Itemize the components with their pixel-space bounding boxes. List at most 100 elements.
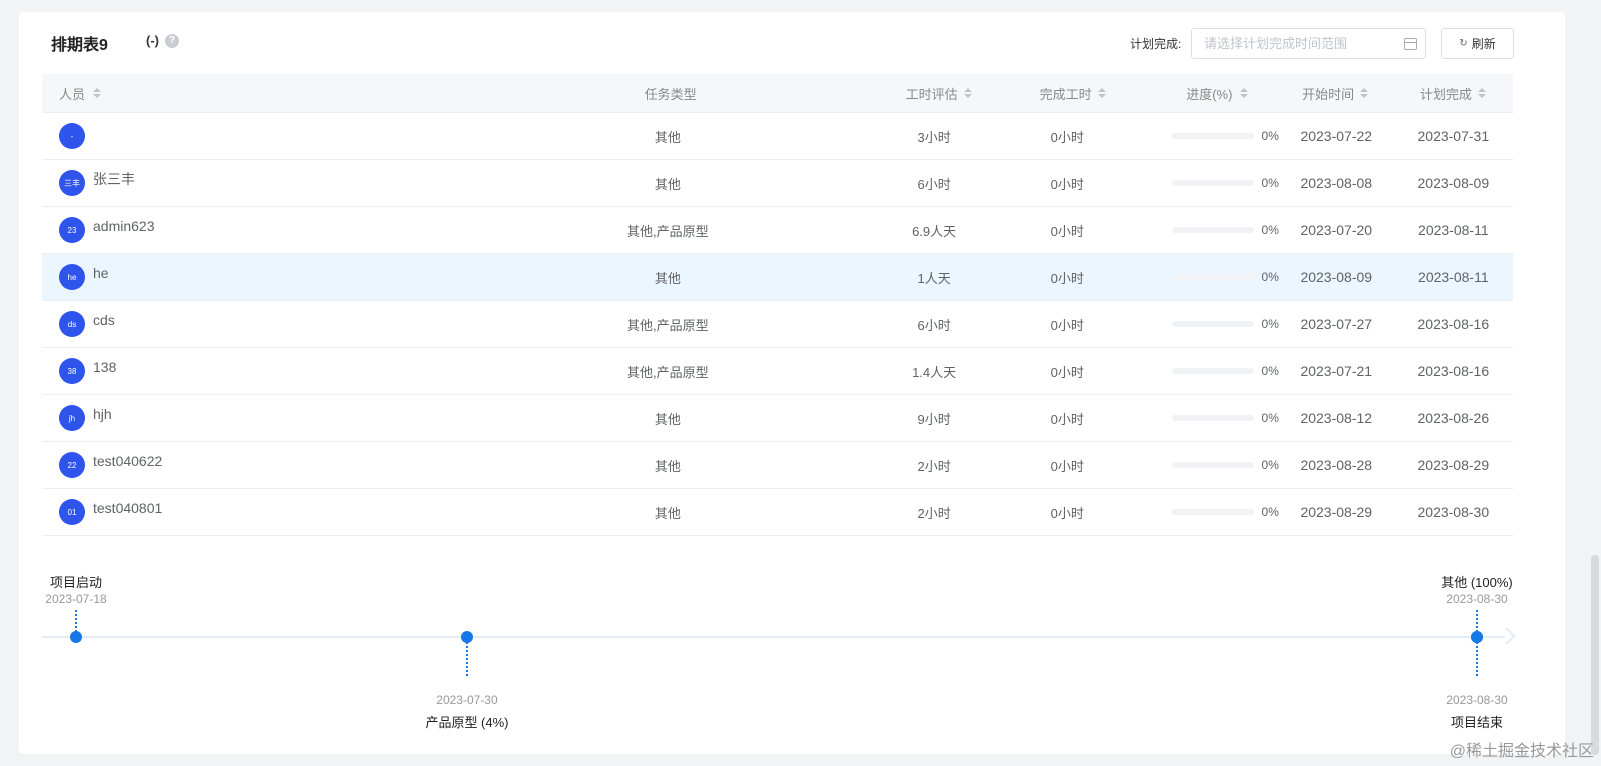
avatar: 01 xyxy=(59,499,85,525)
end-date: 2023-08-26 xyxy=(1417,410,1490,426)
milestone-name: 项目启动 xyxy=(49,575,103,590)
help-icon[interactable]: ? xyxy=(165,34,179,48)
column-header-person[interactable]: 人员 xyxy=(42,84,302,103)
refresh-icon: ↻ xyxy=(1459,38,1468,49)
timeline-axis xyxy=(42,636,1505,638)
task-type: 其他 xyxy=(654,458,681,474)
progress-cell: 0% xyxy=(1132,364,1279,378)
column-header-start[interactable]: 开始时间 xyxy=(1277,84,1393,103)
start-date: 2023-08-12 xyxy=(1300,410,1373,426)
refresh-button[interactable]: ↻ 刷新 xyxy=(1441,28,1514,59)
page-title: 排期表9 xyxy=(51,37,108,54)
progress-bar xyxy=(1171,180,1254,186)
hours-done: 0小时 xyxy=(1050,129,1084,145)
person-name: cds xyxy=(93,312,115,328)
person-cell: jh hjh xyxy=(42,405,300,431)
table-row[interactable]: 三丰 张三丰 其他 6小时 0小时 0% 2023-08-08 2023-08-09 xyxy=(42,160,1513,207)
milestone-connector xyxy=(1476,642,1478,676)
sort-icon[interactable] xyxy=(1240,88,1249,98)
column-header-hours[interactable]: 工时评估 xyxy=(869,84,1008,103)
table-row[interactable]: jh hjh 其他 9小时 0小时 0% 2023-08-12 2023-08-26 xyxy=(42,395,1513,442)
start-date: 2023-08-29 xyxy=(1300,504,1373,520)
progress-bar xyxy=(1171,133,1254,139)
project-timeline: 项目启动 2023-07-18 产品原型 (4%) 2023-07-30 其他 (100… xyxy=(42,552,1516,730)
table-row[interactable]: - 其他 3小时 0小时 0% 2023-07-22 2023-07-31 xyxy=(42,113,1513,160)
progress-text: 0% xyxy=(1261,176,1279,190)
milestone-date: 2023-08-30 xyxy=(1446,693,1508,707)
progress-cell: 0% xyxy=(1132,458,1279,472)
start-date: 2023-07-21 xyxy=(1300,363,1373,379)
end-date: 2023-08-11 xyxy=(1418,222,1489,238)
table-row[interactable]: 22 test040622 其他 2小时 0小时 0% 2023-08-28 2023-08-… xyxy=(42,442,1513,489)
hours-estimate: 3小时 xyxy=(917,129,951,145)
date-range-picker[interactable] xyxy=(1191,28,1426,59)
progress-cell: 0% xyxy=(1132,317,1279,331)
end-date: 2023-08-09 xyxy=(1417,175,1490,191)
column-label: 计划完成 xyxy=(1419,86,1472,102)
milestone-connector xyxy=(1476,610,1478,632)
filter-label: 计划完成: xyxy=(1130,37,1182,51)
start-date: 2023-08-09 xyxy=(1300,269,1373,285)
person-name: he xyxy=(93,265,109,281)
person-name: test040801 xyxy=(93,500,163,516)
progress-text: 0% xyxy=(1261,270,1279,284)
end-date: 2023-08-16 xyxy=(1417,363,1490,379)
column-header-end[interactable]: 计划完成 xyxy=(1393,84,1513,103)
hours-done: 0小时 xyxy=(1050,223,1084,239)
start-date: 2023-08-28 xyxy=(1300,457,1373,473)
milestone-dot[interactable] xyxy=(70,631,82,643)
table-header: 人员 任务类型 工时评估 完成工时 进度(%) 开始时间 计划完成 xyxy=(42,74,1513,113)
progress-cell: 0% xyxy=(1132,223,1279,237)
progress-text: 0% xyxy=(1261,411,1279,425)
progress-bar xyxy=(1171,415,1254,421)
table-row[interactable]: 38 138 其他,产品原型 1.4人天 0小时 0% 2023-07-21 2023-08-… xyxy=(42,348,1513,395)
progress-cell: 0% xyxy=(1132,176,1279,190)
task-type: 其他 xyxy=(654,176,681,192)
avatar: 23 xyxy=(59,217,85,243)
person-cell: 23 admin623 xyxy=(42,217,300,243)
person-name: test040622 xyxy=(93,453,163,469)
progress-text: 0% xyxy=(1261,364,1279,378)
sort-icon[interactable] xyxy=(93,88,102,98)
progress-text: 0% xyxy=(1261,223,1279,237)
column-header-progress[interactable]: 进度(%) xyxy=(1137,84,1277,103)
start-date: 2023-08-08 xyxy=(1300,175,1373,191)
hours-estimate: 1人天 xyxy=(917,270,951,286)
table-row[interactable]: he he 其他 1人天 0小时 0% 2023-08-09 2023-08-11 xyxy=(42,254,1513,301)
avatar: jh xyxy=(59,405,85,431)
hours-done: 0小时 xyxy=(1050,364,1084,380)
hours-done: 0小时 xyxy=(1050,458,1084,474)
scrollbar-thumb[interactable] xyxy=(1591,555,1599,755)
progress-cell: 0% xyxy=(1132,411,1279,425)
milestone-name: 产品原型 (4%) xyxy=(425,715,509,730)
table-row[interactable]: ds cds 其他,产品原型 6小时 0小时 0% 2023-07-27 2023-08-16 xyxy=(42,301,1513,348)
column-label: 开始时间 xyxy=(1302,86,1355,102)
column-header-done[interactable]: 完成工时 xyxy=(1008,84,1137,103)
refresh-label: 刷新 xyxy=(1471,37,1496,51)
page-scrollbar[interactable] xyxy=(1589,0,1601,766)
hours-done: 0小时 xyxy=(1050,411,1084,427)
end-date: 2023-08-29 xyxy=(1417,457,1490,473)
milestone-connector xyxy=(75,610,77,632)
avatar: 三丰 xyxy=(59,170,85,196)
sort-icon[interactable] xyxy=(1097,88,1106,98)
table-row[interactable]: 01 test040801 其他 2小时 0小时 0% 2023-08-29 2023-08-… xyxy=(42,489,1513,536)
progress-bar xyxy=(1171,321,1254,327)
sort-icon[interactable] xyxy=(1360,88,1369,98)
table-row[interactable]: 23 admin623 其他,产品原型 6.9人天 0小时 0% 2023-07-20 202… xyxy=(42,207,1513,254)
person-name: 张三丰 xyxy=(93,171,135,187)
person-cell: 38 138 xyxy=(42,358,300,384)
hours-estimate: 9小时 xyxy=(917,411,951,427)
sort-icon[interactable] xyxy=(963,88,972,98)
person-name: 138 xyxy=(93,359,117,375)
milestone-connector xyxy=(465,642,468,676)
table-body: - 其他 3小时 0小时 0% 2023-07-22 2023-07-31 三丰 张三丰 其他 6小… xyxy=(42,113,1513,536)
person-name: hjh xyxy=(93,406,112,422)
progress-cell: 0% xyxy=(1132,270,1279,284)
calendar-icon[interactable] xyxy=(1404,38,1417,50)
milestone-name: 项目结束 xyxy=(1450,715,1504,730)
sort-icon[interactable] xyxy=(1477,88,1486,98)
milestone-date: 2023-07-30 xyxy=(436,693,498,707)
date-range-input[interactable] xyxy=(1192,29,1387,58)
hours-estimate: 6.9人天 xyxy=(912,223,957,239)
